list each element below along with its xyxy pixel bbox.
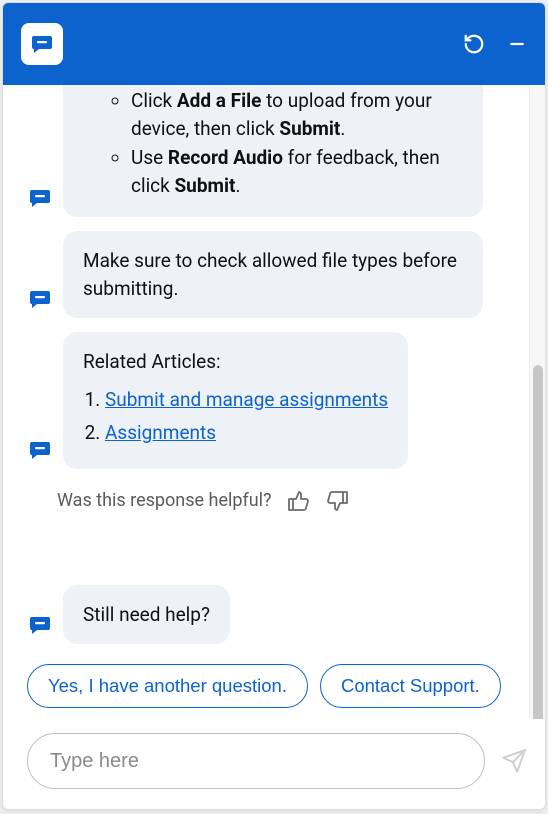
message-bubble: Click Add a File to upload from your dev… [63, 85, 483, 217]
chat-bubble-icon [30, 32, 54, 56]
input-area [3, 719, 545, 809]
message-bubble: Make sure to check allowed file types be… [63, 231, 483, 318]
chat-bubble-icon [28, 613, 52, 637]
related-articles-list: Submit and manage assignments Assignment… [83, 386, 388, 447]
spacer [27, 525, 511, 571]
chat-window: Click Add a File to upload from your dev… [2, 2, 546, 810]
send-icon [501, 748, 527, 774]
message-input[interactable] [50, 750, 462, 773]
quick-replies: Yes, I have another question. Contact Su… [27, 664, 511, 719]
chat-body: Click Add a File to upload from your dev… [3, 85, 545, 719]
messages-scroll[interactable]: Click Add a File to upload from your dev… [3, 85, 529, 719]
text: . [340, 117, 345, 140]
related-link-2[interactable]: Assignments [105, 421, 216, 444]
list-item: Click Add a File to upload from your dev… [131, 87, 463, 142]
scrollbar-thumb[interactable] [533, 365, 543, 719]
related-articles-title: Related Articles: [83, 350, 221, 373]
bot-avatar [27, 286, 53, 312]
bot-avatar [27, 185, 53, 211]
text: Use [131, 146, 168, 169]
app-logo [21, 23, 63, 65]
text-bold: Submit [174, 174, 235, 197]
message-row: Make sure to check allowed file types be… [27, 231, 511, 318]
list-item: Submit and manage assignments [105, 386, 388, 414]
list-item: Assignments [105, 419, 388, 447]
send-button[interactable] [501, 748, 527, 774]
chat-bubble-icon [28, 186, 52, 210]
message-text: Make sure to check allowed file types be… [83, 249, 457, 300]
chat-bubble-icon [28, 287, 52, 311]
text-bold: Submit [279, 117, 340, 140]
thumbs-up-button[interactable] [284, 487, 312, 515]
quick-reply-another-question[interactable]: Yes, I have another question. [27, 664, 308, 708]
feedback-prompt: Was this response helpful? [57, 490, 272, 511]
minimize-button[interactable] [507, 34, 527, 54]
related-link-1[interactable]: Submit and manage assignments [105, 388, 388, 411]
message-text: Still need help? [83, 603, 210, 626]
message-bubble: Still need help? [63, 585, 230, 645]
list-item: Use Record Audio for feedback, then clic… [131, 144, 463, 199]
chat-bubble-icon [28, 438, 52, 462]
message-row: Click Add a File to upload from your dev… [27, 99, 511, 217]
message-row: Still need help? [27, 585, 511, 645]
message-input-container[interactable] [27, 733, 485, 789]
feedback-row: Was this response helpful? [57, 487, 511, 515]
thumbs-up-icon [286, 489, 310, 513]
minimize-icon [507, 34, 527, 54]
scrollbar[interactable] [529, 85, 545, 719]
text: . [235, 174, 240, 197]
thumbs-down-icon [326, 489, 350, 513]
bot-avatar [27, 437, 53, 463]
text: Click [131, 89, 177, 112]
chat-header [3, 3, 545, 85]
refresh-button[interactable] [463, 33, 485, 55]
message-row: Related Articles: Submit and manage assi… [27, 332, 511, 469]
quick-reply-contact-support[interactable]: Contact Support. [320, 664, 501, 708]
message-bubble: Related Articles: Submit and manage assi… [63, 332, 408, 469]
bot-avatar [27, 612, 53, 638]
thumbs-down-button[interactable] [324, 487, 352, 515]
instruction-list: Click Add a File to upload from your dev… [131, 87, 463, 199]
header-actions [463, 33, 527, 55]
text-bold: Add a File [177, 89, 262, 112]
refresh-icon [463, 33, 485, 55]
text-bold: Record Audio [168, 146, 283, 169]
